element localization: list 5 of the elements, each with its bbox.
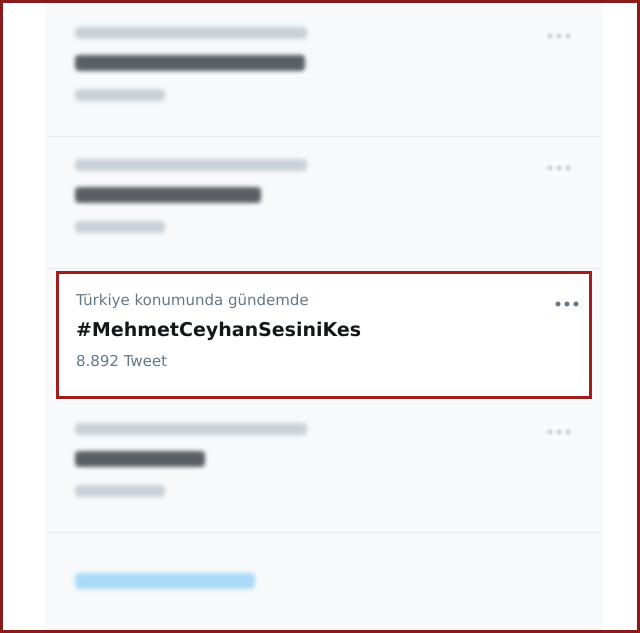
trend-context: Türkiye konumunda gündemde: [76, 290, 309, 310]
trend-title: #MehmetCeyhanSesiniKes: [76, 318, 362, 342]
trend-item[interactable]: Türkiye konumunda gündemde #MehmetCeyhanSesiniKes 8.892 Tweet: [56, 271, 592, 399]
more-icon[interactable]: [555, 301, 579, 307]
tweet-count: 8.892 Tweet: [76, 351, 167, 371]
